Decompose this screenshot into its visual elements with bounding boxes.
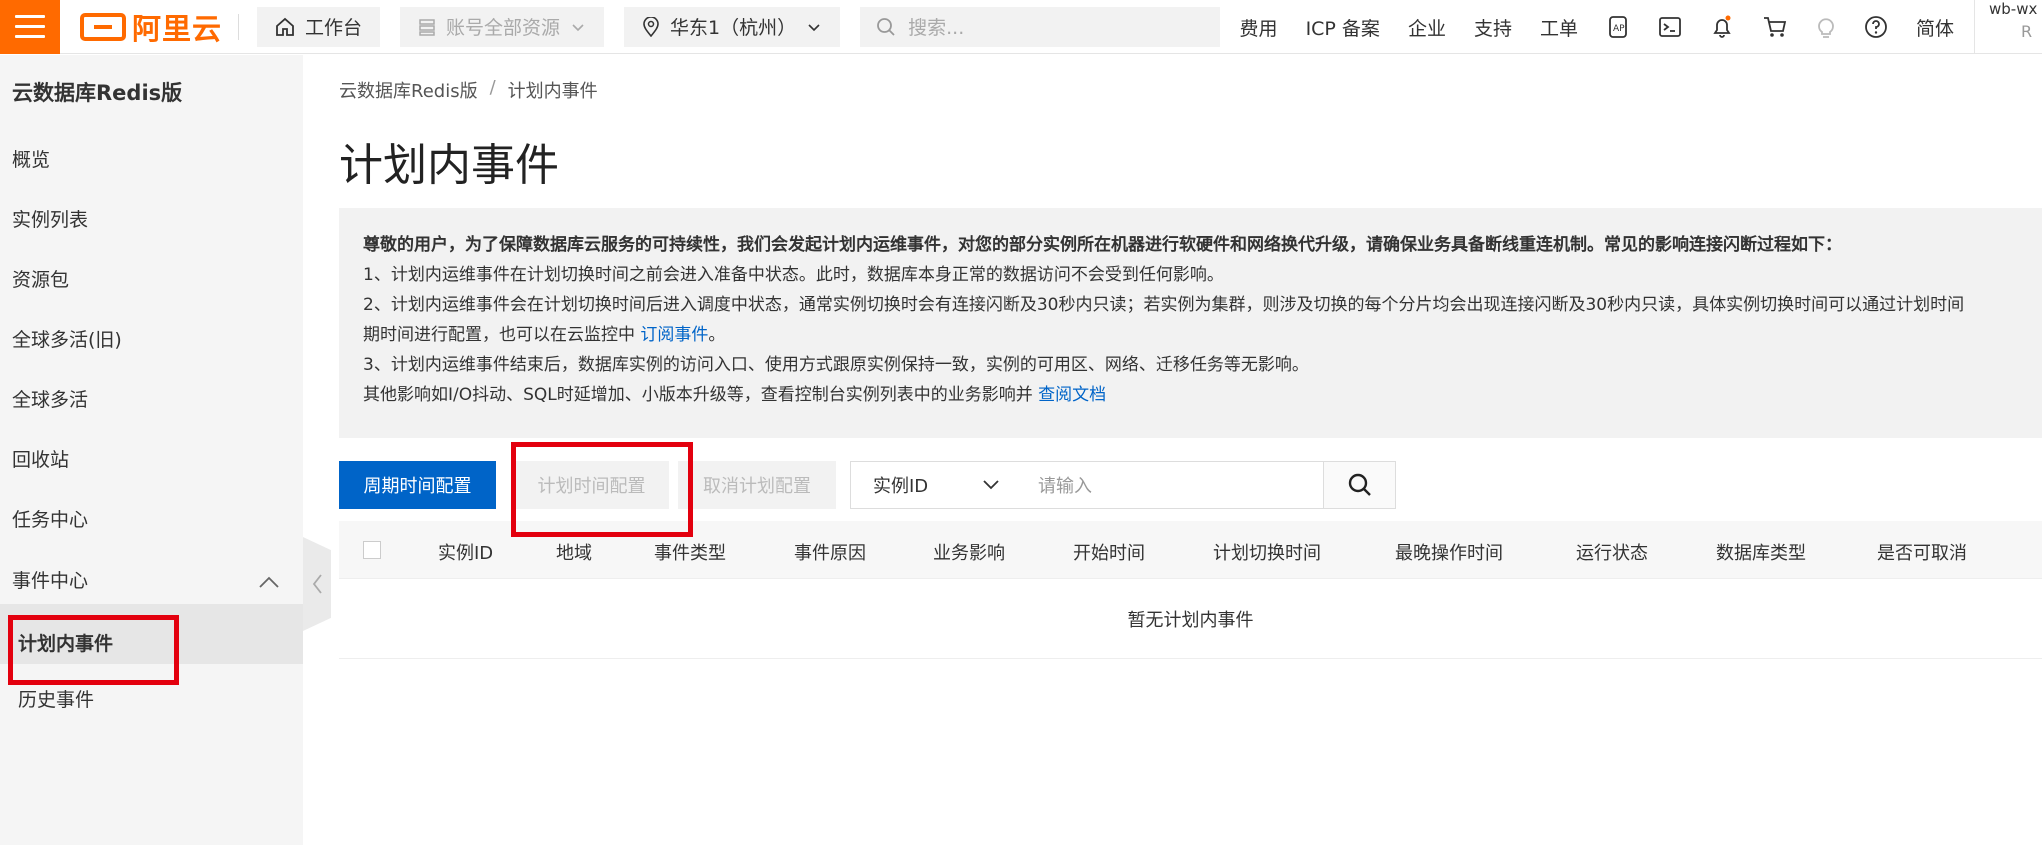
search-icon [1348, 473, 1371, 496]
col-switch-time[interactable]: 计划切换时间 [1213, 539, 1321, 565]
resource-selector[interactable]: 账号全部资源 [400, 6, 605, 47]
filter-search-input[interactable]: 请输入 [1014, 461, 1324, 509]
select-all-checkbox[interactable] [363, 541, 381, 559]
highlight-box-toolbar [511, 442, 693, 537]
global-search-placeholder: 搜索... [908, 17, 965, 39]
filter-search-button[interactable] [1323, 461, 1396, 509]
sidebar: 云数据库Redis版 概览 实例列表 资源包 全球多活(旧) 全球多活 回收站 … [0, 55, 303, 845]
menu-icon[interactable] [0, 0, 60, 54]
account-role: R [2021, 22, 2033, 41]
sidebar-item-instances[interactable]: 实例列表 [12, 205, 88, 232]
periodic-config-button[interactable]: 周期时间配置 [339, 461, 496, 509]
region-label: 华东1（杭州） [670, 17, 797, 39]
divider [238, 13, 240, 40]
account-menu[interactable]: wb-wx R [1974, 0, 2042, 54]
sidebar-item-overview[interactable]: 概览 [12, 145, 50, 172]
nav-ticket[interactable]: 工单 [1540, 14, 1578, 41]
filter-select[interactable]: 实例ID [850, 461, 1015, 509]
lightbulb-icon[interactable] [1816, 15, 1836, 39]
api-icon[interactable]: AP [1606, 15, 1630, 39]
empty-text: 暂无计划内事件 [1127, 609, 1254, 631]
col-run-status[interactable]: 运行状态 [1576, 539, 1648, 565]
breadcrumb-separator: / [489, 77, 496, 98]
view-docs-link[interactable]: 查阅文档 [1038, 385, 1106, 405]
chevron-down-icon [808, 23, 820, 31]
notice-lead: 尊敬的用户，为了保障数据库云服务的可持续性，我们会发起计划内运维事件，对您的部分… [363, 235, 1842, 255]
sidebar-item-global-active[interactable]: 全球多活 [12, 385, 88, 412]
notice-line-3-suffix: 。 [708, 325, 726, 345]
sidebar-title: 云数据库Redis版 [12, 81, 183, 105]
resource-label: 账号全部资源 [446, 17, 561, 39]
nav-icp[interactable]: ICP 备案 [1306, 14, 1380, 41]
nav-support[interactable]: 支持 [1474, 14, 1512, 41]
notice-panel: 尊敬的用户，为了保障数据库云服务的可持续性，我们会发起计划内运维事件，对您的部分… [339, 208, 2042, 438]
search-icon [877, 17, 895, 36]
main-content: 云数据库Redis版 / 计划内事件 计划内事件 尊敬的用户，为了保障数据库云服… [339, 55, 2042, 845]
page-title: 计划内事件 [339, 140, 559, 191]
sidebar-item-resource-pack[interactable]: 资源包 [12, 265, 69, 292]
notice-line-2: 2、计划内运维事件会在计划切换时间后进入调度中状态，通常实例切换时会有连接闪断及… [363, 295, 1965, 315]
bell-icon[interactable] [1710, 15, 1734, 39]
nav-billing[interactable]: 费用 [1240, 14, 1278, 41]
sidebar-item-task-center[interactable]: 任务中心 [12, 505, 88, 532]
chevron-down-icon [572, 23, 584, 31]
col-db-type[interactable]: 数据库类型 [1716, 539, 1806, 565]
location-pin-icon [643, 16, 659, 37]
sidebar-collapse-tab[interactable] [303, 537, 331, 631]
filter-search-placeholder: 请输入 [1038, 476, 1092, 497]
top-nav: 费用 ICP 备案 企业 支持 工单 AP 简体 wb-wx R [1226, 0, 2042, 54]
col-instance-id[interactable]: 实例ID [438, 539, 493, 565]
col-start-time[interactable]: 开始时间 [1073, 539, 1145, 565]
account-name: wb-wx [1989, 0, 2038, 18]
resource-icon [419, 18, 435, 36]
subscribe-event-link[interactable]: 订阅事件 [640, 325, 708, 345]
chevron-down-icon [983, 480, 999, 490]
breadcrumb: 云数据库Redis版 / 计划内事件 [339, 77, 598, 103]
language-switch[interactable]: 简体 [1916, 14, 1954, 41]
aliyun-logo[interactable]: 阿里云 [80, 0, 222, 54]
filter-select-value: 实例ID [873, 476, 929, 497]
sidebar-item-global-active-old[interactable]: 全球多活(旧) [12, 325, 122, 352]
terminal-icon[interactable] [1658, 16, 1682, 38]
cart-icon[interactable] [1762, 15, 1788, 39]
chevron-up-icon[interactable] [258, 575, 280, 589]
workbench-label: 工作台 [305, 17, 363, 39]
notice-line-1: 1、计划内运维事件在计划切换时间之前会进入准备中状态。此时，数据库本身正常的数据… [363, 265, 1224, 285]
top-bar: 阿里云 工作台 账号全部资源 华东1（杭州） 搜索... 费用 ICP 备案 企… [0, 0, 2042, 54]
col-cancelable[interactable]: 是否可取消 [1877, 539, 1967, 565]
chevron-left-icon [312, 574, 322, 594]
notice-line-5: 其他影响如I/O抖动、SQL时延增加、小版本升级等，查看控制台实例列表中的业务影… [363, 380, 2018, 410]
table-empty-row: 暂无计划内事件 [339, 579, 2042, 659]
sidebar-item-event-center[interactable]: 事件中心 [12, 566, 88, 593]
nav-enterprise[interactable]: 企业 [1408, 14, 1446, 41]
sidebar-item-history-events[interactable]: 历史事件 [18, 685, 94, 712]
notice-line-3-text: 期时间进行配置，也可以在云监控中 [363, 325, 641, 345]
cancel-plan-config-button[interactable]: 取消计划配置 [678, 461, 836, 509]
highlight-box-sidebar [8, 615, 179, 685]
col-region[interactable]: 地域 [556, 539, 592, 565]
breadcrumb-current: 计划内事件 [507, 81, 598, 102]
logo-mark-icon [80, 12, 126, 41]
sidebar-item-recycle-bin[interactable]: 回收站 [12, 445, 69, 472]
notice-line-4: 3、计划内运维事件结束后，数据库实例的访问入口、使用方式跟原实例保持一致，实例的… [363, 355, 1309, 375]
home-icon [276, 17, 294, 36]
col-business-impact[interactable]: 业务影响 [933, 539, 1005, 565]
help-icon[interactable] [1864, 15, 1888, 39]
col-latest-op-time[interactable]: 最晚操作时间 [1395, 539, 1503, 565]
svg-text:AP: AP [1613, 24, 1625, 34]
col-event-type[interactable]: 事件类型 [654, 539, 726, 565]
col-event-reason[interactable]: 事件原因 [794, 539, 866, 565]
region-selector[interactable]: 华东1（杭州） [624, 6, 841, 47]
notice-line-5-text: 其他影响如I/O抖动、SQL时延增加、小版本升级等，查看控制台实例列表中的业务影… [363, 385, 1039, 405]
global-search-input[interactable]: 搜索... [860, 6, 1221, 47]
notice-line-3: 期时间进行配置，也可以在云监控中 订阅事件。 [363, 320, 2018, 350]
breadcrumb-root[interactable]: 云数据库Redis版 [339, 77, 478, 103]
workbench-button[interactable]: 工作台 [257, 6, 381, 47]
